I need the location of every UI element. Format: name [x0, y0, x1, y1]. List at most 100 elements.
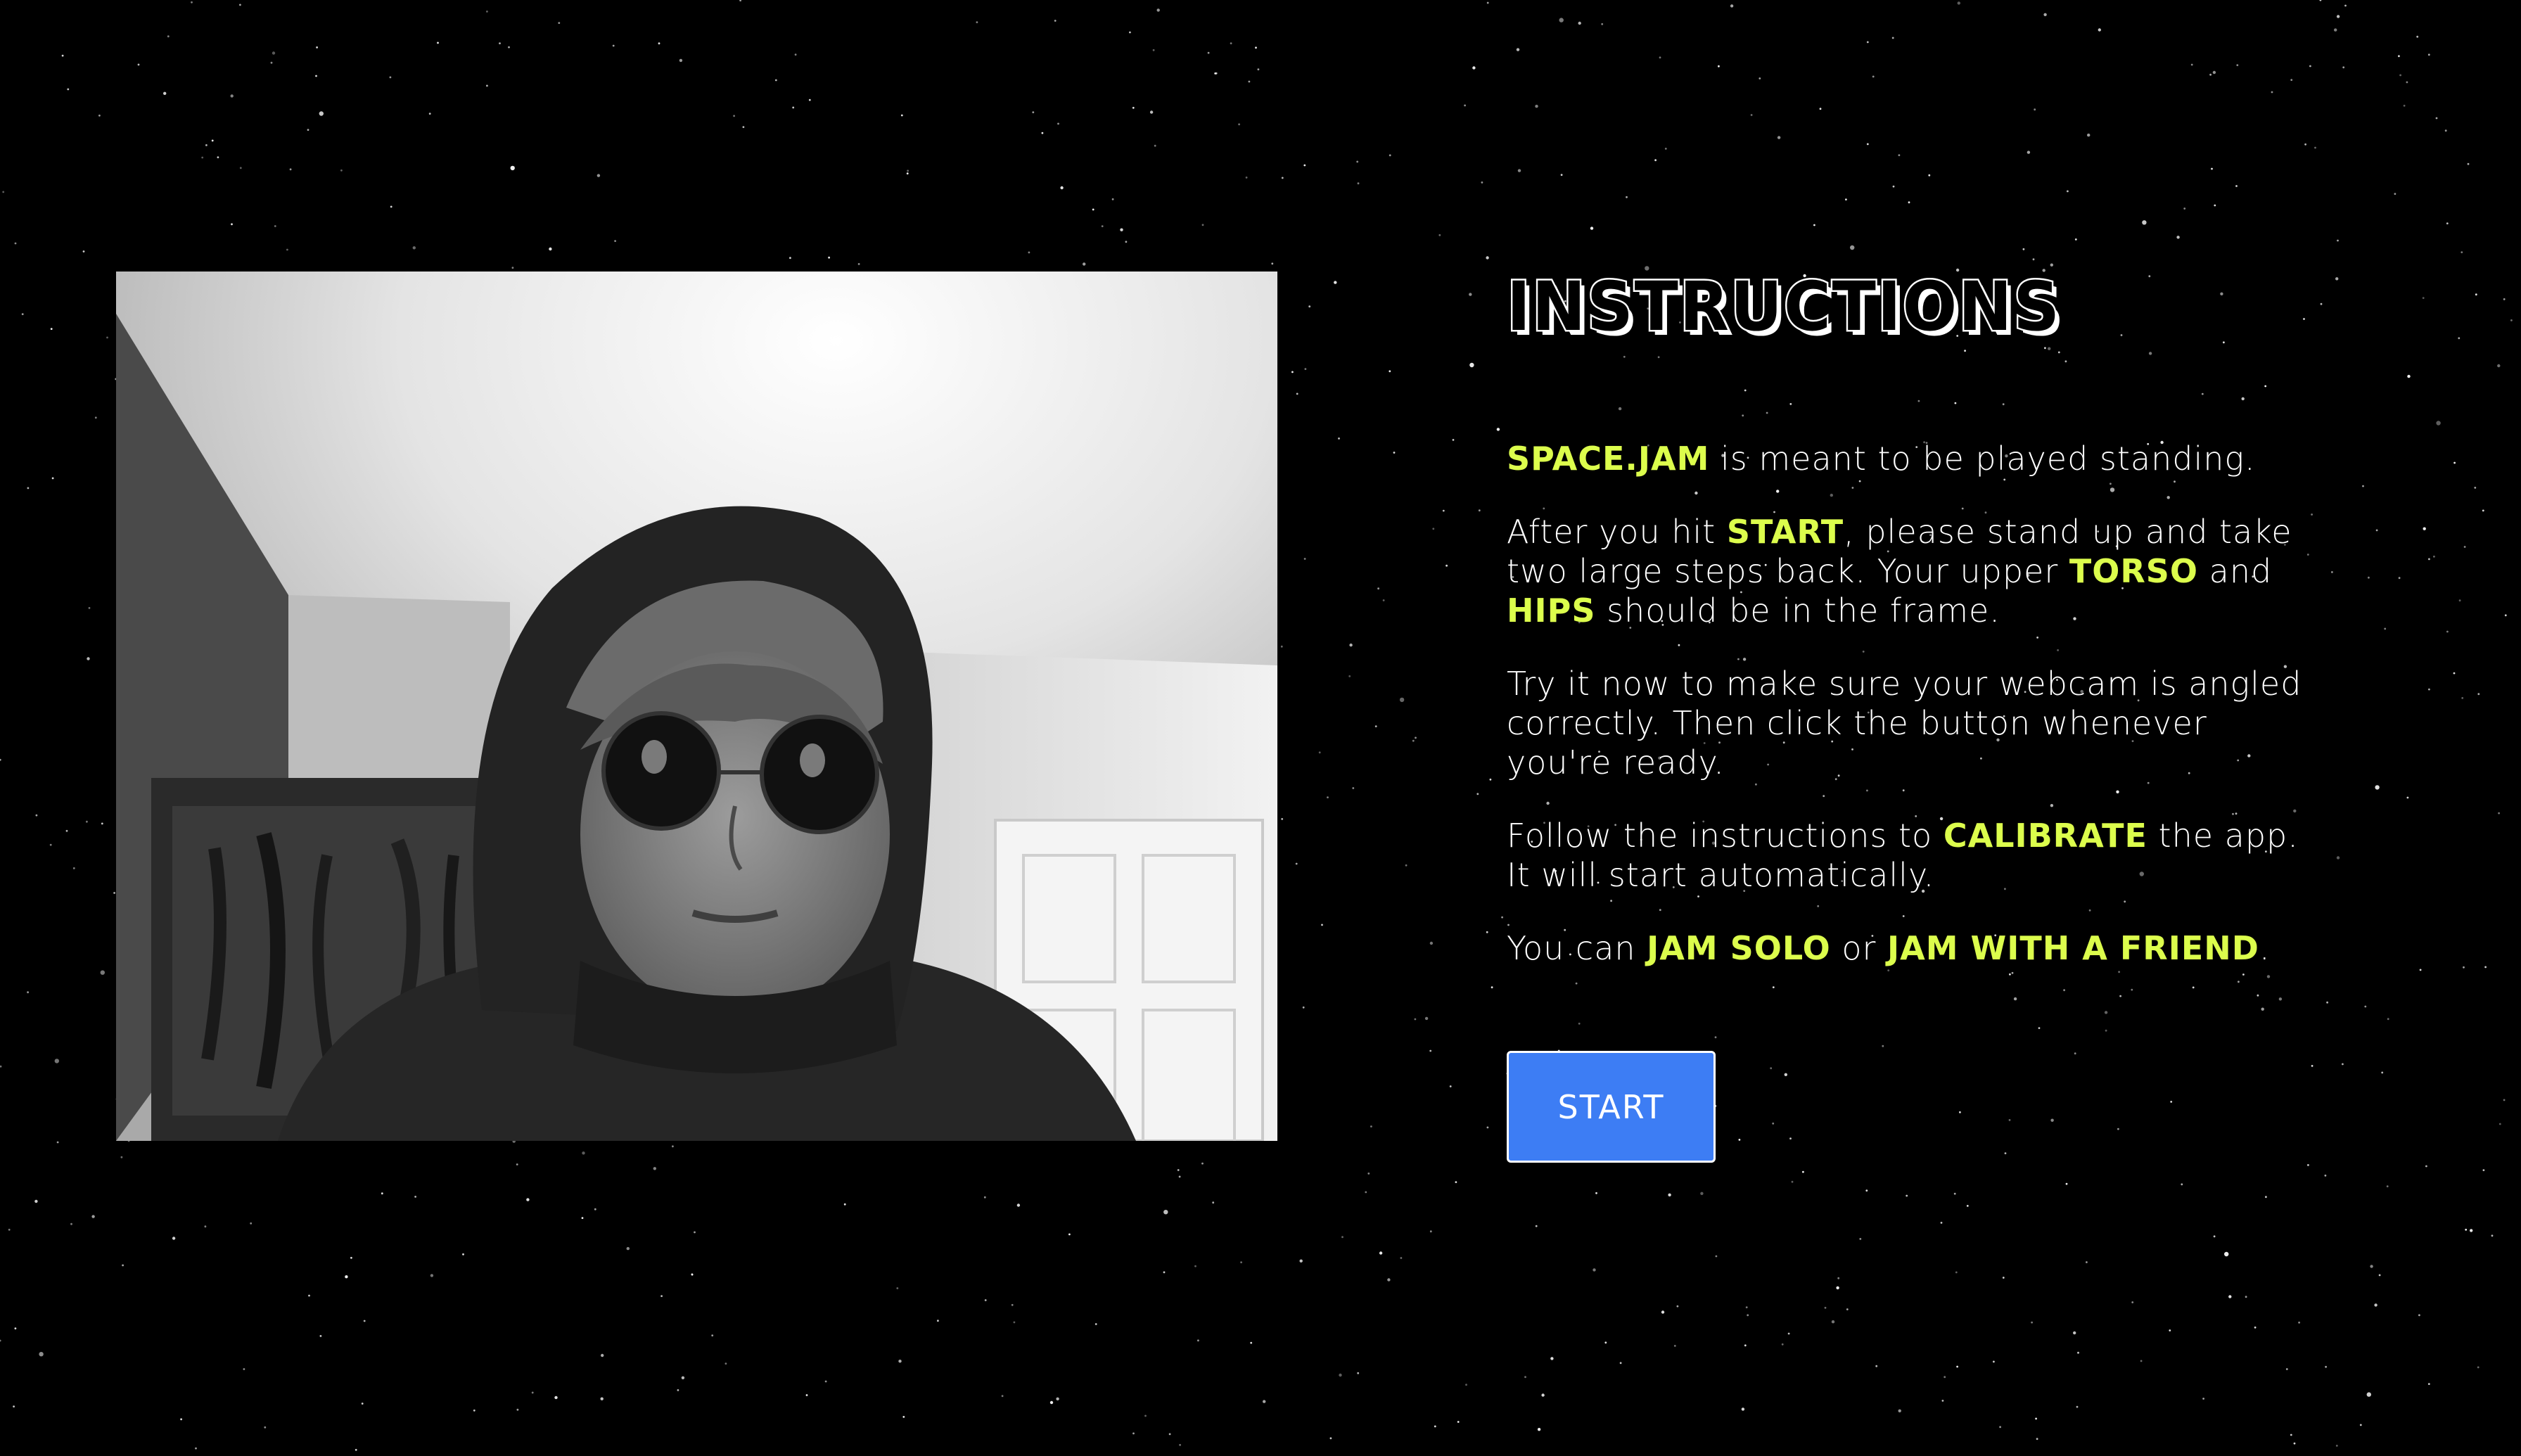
star: [122, 1264, 125, 1267]
star: [1866, 41, 1869, 44]
star: [1517, 169, 1521, 172]
star: [2368, 576, 2370, 579]
star: [672, 1145, 674, 1148]
star: [1374, 725, 1377, 727]
star: [1489, 778, 1492, 781]
star: [653, 1167, 656, 1170]
star: [1908, 201, 1910, 204]
star: [2142, 220, 2147, 225]
star: [1163, 1210, 1168, 1215]
star: [1389, 370, 1391, 373]
star: [1770, 1067, 1773, 1070]
star: [2073, 1331, 2076, 1335]
star: [1559, 18, 1564, 23]
star: [1486, 1, 1489, 4]
star: [1787, 1332, 1790, 1335]
star: [1550, 1357, 1554, 1360]
star: [2034, 108, 2036, 111]
star: [1535, 1225, 1538, 1227]
star: [54, 1059, 60, 1064]
star: [1230, 42, 1232, 44]
star: [1393, 452, 1396, 454]
star: [516, 1408, 519, 1411]
star: [2453, 461, 2456, 464]
star: [2503, 298, 2506, 300]
star: [1379, 1251, 1383, 1255]
highlight-space-jam: SPACE.JAM: [1507, 440, 1710, 478]
star: [510, 165, 515, 171]
star: [531, 1391, 534, 1394]
star: [2465, 1228, 2468, 1231]
star: [2105, 1029, 2107, 1032]
star: [2117, 1128, 2119, 1130]
star: [1781, 1343, 1784, 1346]
star: [231, 223, 233, 226]
star: [2319, 0, 2322, 1]
highlight-start: START: [1726, 513, 1844, 551]
star: [2285, 1368, 2288, 1370]
star: [211, 139, 214, 142]
star: [1898, 154, 1901, 157]
star: [1028, 251, 1030, 254]
star: [1054, 20, 1057, 22]
star: [1399, 697, 1405, 703]
star: [1197, 1339, 1199, 1342]
star: [2209, 73, 2212, 76]
star: [824, 1380, 827, 1383]
star: [88, 607, 91, 609]
star: [2427, 53, 2430, 56]
start-button[interactable]: START: [1507, 1051, 1716, 1163]
app-stage: INSTRUCTIONS SPACE.JAM is meant to be pl…: [0, 0, 2521, 1456]
star: [1303, 558, 1306, 560]
star: [2211, 167, 2213, 170]
star: [2381, 1071, 2384, 1074]
star: [2008, 1119, 2011, 1121]
star: [937, 1320, 939, 1322]
star: [1535, 104, 1538, 108]
star: [1001, 1395, 1004, 1398]
instruction-text: is meant to be played standing.: [1709, 440, 2256, 478]
star: [2475, 293, 2477, 296]
star: [1836, 1286, 1839, 1290]
star: [2406, 796, 2409, 799]
star: [1560, 174, 1563, 177]
star: [2311, 1065, 2313, 1067]
star: [900, 114, 903, 117]
star: [100, 970, 105, 975]
star: [2011, 971, 2014, 974]
star: [1626, 196, 1628, 198]
star: [554, 1396, 558, 1400]
star: [843, 1203, 846, 1206]
star: [1339, 1373, 1342, 1377]
star: [2087, 133, 2091, 137]
star: [2043, 13, 2047, 16]
star: [1214, 72, 1217, 75]
star: [549, 247, 552, 251]
star: [1296, 392, 1298, 395]
star: [1357, 1372, 1360, 1374]
star: [1619, 1362, 1622, 1365]
star: [2384, 627, 2387, 630]
star: [1941, 1400, 1944, 1402]
star: [2086, 1261, 2088, 1263]
star: [2131, 1301, 2134, 1303]
star: [389, 76, 392, 79]
highlight-calibrate: CALIBRATE: [1943, 817, 2147, 855]
star: [2482, 509, 2484, 512]
star: [1452, 439, 1455, 441]
star: [1212, 1201, 1215, 1204]
star: [1668, 1193, 1671, 1197]
star: [2335, 1445, 2338, 1447]
star: [1429, 941, 1434, 945]
star: [2407, 374, 2411, 378]
star: [1486, 931, 1488, 933]
star: [21, 313, 24, 315]
star: [2293, 1442, 2296, 1445]
star: [2004, 1152, 2007, 1154]
star: [1875, 1365, 1878, 1367]
star: [1129, 31, 1131, 34]
star: [2422, 297, 2425, 299]
star: [1356, 160, 1359, 163]
star: [2002, 1277, 2005, 1279]
star: [204, 1225, 207, 1228]
